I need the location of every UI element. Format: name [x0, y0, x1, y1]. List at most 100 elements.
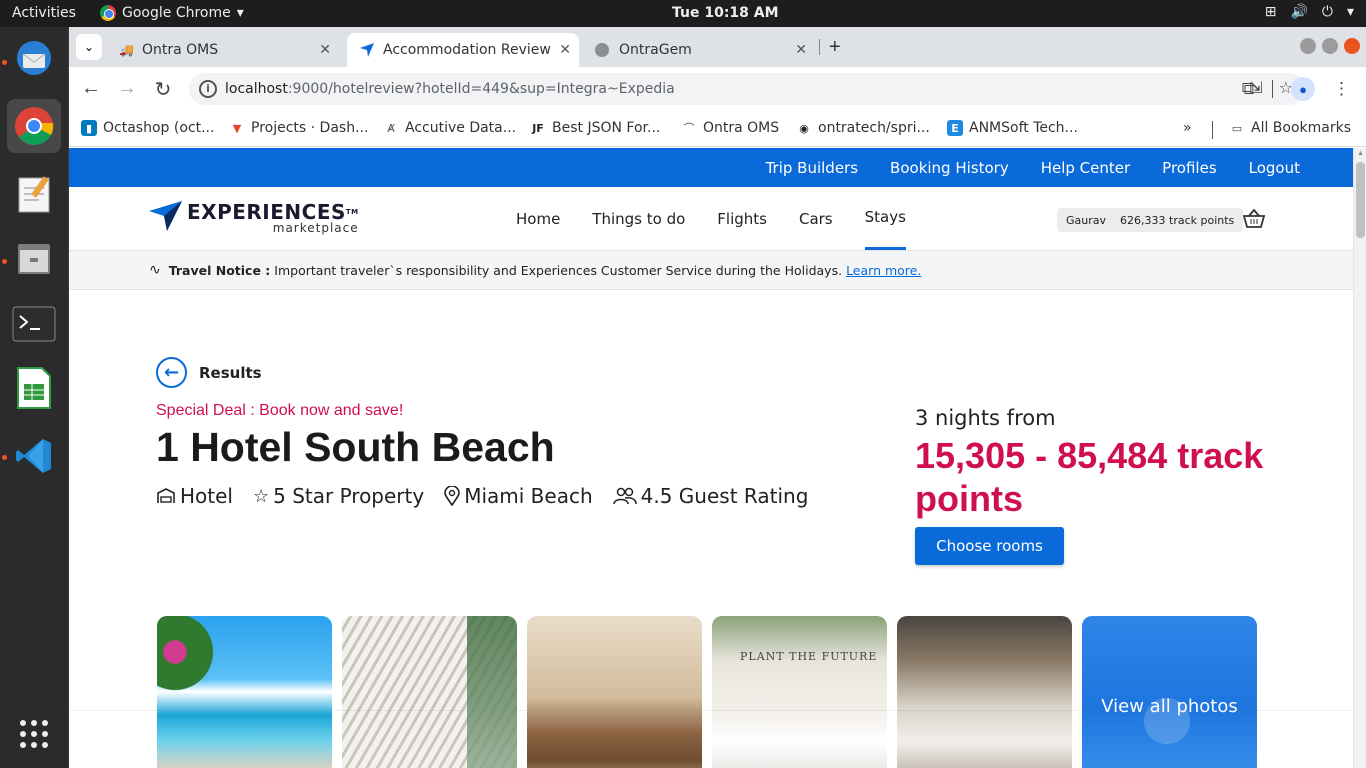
window-controls	[1300, 38, 1360, 54]
dock	[0, 27, 69, 768]
guests-icon	[612, 487, 637, 505]
main-nav: EXPERIENCESTM marketplace Home Things to…	[69, 187, 1353, 251]
spreadsheet-launcher[interactable]	[7, 361, 61, 415]
choose-rooms-button[interactable]: Choose rooms	[915, 527, 1064, 565]
view-all-label: View all photos	[1101, 695, 1238, 717]
bookmark-item[interactable]: ⌒ Ontra OMS	[681, 120, 780, 136]
photo-sign-text: PLANT THE FUTURE	[740, 650, 878, 663]
tab-title: Accommodation Review	[383, 42, 551, 58]
terminal-launcher[interactable]	[7, 297, 61, 351]
hotel-photo-pool[interactable]	[157, 616, 332, 768]
scrollbar-thumb[interactable]	[1356, 162, 1365, 238]
browser-window: ⌄ 🚚 Ontra OMS ✕ Accommodation Review ✕ O…	[69, 27, 1366, 768]
activities-button[interactable]: Activities	[12, 5, 76, 21]
tab-ontragem[interactable]: OntraGem ✕	[583, 33, 815, 67]
bookmark-item[interactable]: ◉ ontratech/spri...	[796, 120, 930, 136]
reload-button[interactable]: ↻	[151, 77, 175, 102]
experiences-logo-icon	[360, 43, 374, 57]
tab-divider	[819, 39, 820, 55]
hotel-photo-interior[interactable]	[527, 616, 702, 768]
nav-stays[interactable]: Stays	[864, 187, 906, 250]
all-bookmarks-button[interactable]: ▭ All Bookmarks	[1229, 120, 1351, 136]
clock[interactable]: Tue 10:18 AM	[672, 5, 779, 21]
maximize-button[interactable]	[1322, 38, 1338, 54]
chevron-down-icon: ▾	[1346, 4, 1354, 20]
site-logo[interactable]: EXPERIENCESTM marketplace	[149, 199, 359, 235]
tab-accommodation-review[interactable]: Accommodation Review ✕	[347, 33, 579, 67]
nav-home[interactable]: Home	[516, 187, 560, 250]
hotel-photo-plant-shop[interactable]: PLANT THE FUTURE	[712, 616, 887, 768]
thunderbird-launcher[interactable]	[7, 31, 61, 85]
special-deal: Special Deal : Book now and save!	[156, 402, 404, 419]
back-button[interactable]: ←	[79, 77, 103, 100]
gitlab-icon: ▼	[232, 121, 242, 135]
hotel-photo-corridor[interactable]	[897, 616, 1072, 768]
vscode-launcher[interactable]	[7, 429, 61, 483]
notice-label: Travel Notice :	[168, 262, 271, 278]
bookmark-item[interactable]: ▼ Projects · Dash...	[229, 120, 369, 136]
nav-things-to-do[interactable]: Things to do	[592, 187, 685, 250]
bookmarks-bar: ▮ Octashop (oct... ▼ Projects · Dash... ȺA…	[69, 111, 1366, 147]
arrow-left-icon: ←	[156, 357, 187, 388]
show-apps-button[interactable]	[7, 707, 61, 761]
close-icon[interactable]: ✕	[319, 42, 331, 58]
system-tray[interactable]: ⊞ 🔊 ⏻ ▾	[1265, 4, 1354, 20]
chevron-down-icon: ▾	[236, 5, 244, 21]
back-to-results[interactable]: ← Results	[156, 357, 262, 388]
view-all-photos-button[interactable]: View all photos	[1082, 616, 1257, 768]
close-window-button[interactable]	[1344, 38, 1360, 54]
close-icon[interactable]: ✕	[559, 42, 571, 58]
notice-text: Important traveler`s responsibility and …	[274, 262, 843, 278]
tab-title: Ontra OMS	[141, 42, 219, 58]
location-pin-icon	[444, 486, 461, 506]
chrome-launcher[interactable]	[7, 99, 61, 153]
forward-button[interactable]: →	[115, 77, 139, 100]
system-top-bar: Activities Google Chrome ▾ Tue 10:18 AM …	[0, 0, 1366, 27]
hotel-name: 1 Hotel South Beach	[156, 424, 555, 470]
app-menu[interactable]: Google Chrome ▾	[100, 5, 244, 21]
anmsoft-icon: E	[947, 120, 963, 136]
price-range: 15,305 - 85,484 track points	[915, 435, 1264, 519]
bookmark-item[interactable]: JF Best JSON For...	[530, 120, 660, 136]
new-tab-button[interactable]: +	[829, 36, 841, 59]
bookmark-item[interactable]: ▮ Octashop (oct...	[81, 120, 214, 136]
page-scrollbar[interactable]: ▲	[1353, 148, 1366, 768]
tab-title: OntraGem	[619, 42, 692, 58]
toolbar-divider	[1272, 80, 1273, 98]
nav-booking-history[interactable]: Booking History	[890, 159, 1009, 177]
files-launcher[interactable]	[7, 231, 61, 285]
bed-icon	[157, 488, 175, 503]
pulse-icon: ∿	[149, 262, 161, 278]
power-icon: ⏻	[1321, 4, 1333, 20]
more-menu-icon[interactable]: ⋮	[1333, 79, 1350, 99]
bookmarks-divider	[1212, 121, 1213, 139]
more-bookmarks-icon[interactable]: »	[1183, 120, 1192, 136]
nav-trip-builders[interactable]: Trip Builders	[766, 159, 858, 177]
nav-profiles[interactable]: Profiles	[1162, 159, 1216, 177]
extensions-icon[interactable]: ⧉	[1242, 79, 1254, 99]
chevron-down-icon: ⌄	[83, 40, 95, 54]
close-icon[interactable]: ✕	[795, 42, 807, 58]
profile-avatar[interactable]: ●	[1291, 77, 1315, 101]
scroll-up-arrow[interactable]: ▲	[1357, 150, 1364, 157]
minimize-button[interactable]	[1300, 38, 1316, 54]
nav-logout[interactable]: Logout	[1249, 159, 1300, 177]
tab-search-button[interactable]: ⌄	[76, 34, 102, 60]
terminal-icon	[12, 306, 56, 342]
hotel-photo-lobby[interactable]	[342, 616, 517, 768]
site-info-icon[interactable]: i	[199, 80, 217, 98]
vscode-icon	[16, 439, 51, 473]
primary-nav: Home Things to do Flights Cars Stays	[516, 187, 906, 250]
nav-help-center[interactable]: Help Center	[1041, 159, 1130, 177]
tab-ontra-oms[interactable]: 🚚 Ontra OMS ✕	[107, 33, 339, 67]
bookmark-item[interactable]: Ⱥ Accutive Data...	[383, 120, 516, 136]
user-points-badge[interactable]: Gaurav 626,333 track points	[1057, 208, 1244, 232]
bookmark-item[interactable]: E ANMSoft Tech...	[947, 120, 1078, 136]
learn-more-link[interactable]: Learn more.	[846, 263, 921, 278]
nav-cars[interactable]: Cars	[799, 187, 833, 250]
cart-icon[interactable]	[1242, 208, 1266, 234]
address-bar[interactable]: i localhost :9000/hotelreview?hotelId=44…	[189, 73, 1305, 105]
trello-icon: ▮	[81, 120, 97, 136]
text-editor-launcher[interactable]	[7, 167, 61, 221]
nav-flights[interactable]: Flights	[717, 187, 767, 250]
